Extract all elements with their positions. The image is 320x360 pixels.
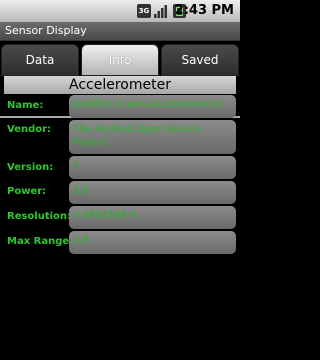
sensor-name-header: Accelerometer [4,76,236,94]
tab-saved[interactable]: Saved [161,44,239,76]
vendor-label: Vendor: [7,124,52,135]
resolution-value: 2.480159E-4 [69,206,236,229]
version-label: Version: [7,162,54,173]
signal-icon [154,4,168,18]
tab-info[interactable]: Info [81,44,159,76]
max-range-value: 2.8 [69,231,236,254]
name-value: Goldfish 3-axis Accelerometer [69,95,236,118]
vendor-value: The Android Open Source Project [69,120,236,154]
app-title: Sensor Display [0,22,240,41]
status-bar: 3G 2:43 PM [0,0,240,22]
network-type-icon: 3G [137,4,151,18]
resolution-label: Resolution: [7,211,72,222]
clock: 2:43 PM [174,3,234,18]
max-range-label: Max Range: [7,236,74,247]
version-value: 1 [69,156,236,179]
tab-bar: Data Info Saved [0,42,240,118]
power-label: Power: [7,186,47,197]
tab-data[interactable]: Data [1,44,79,76]
power-value: 3.0 [69,181,236,204]
name-label: Name: [7,100,44,111]
